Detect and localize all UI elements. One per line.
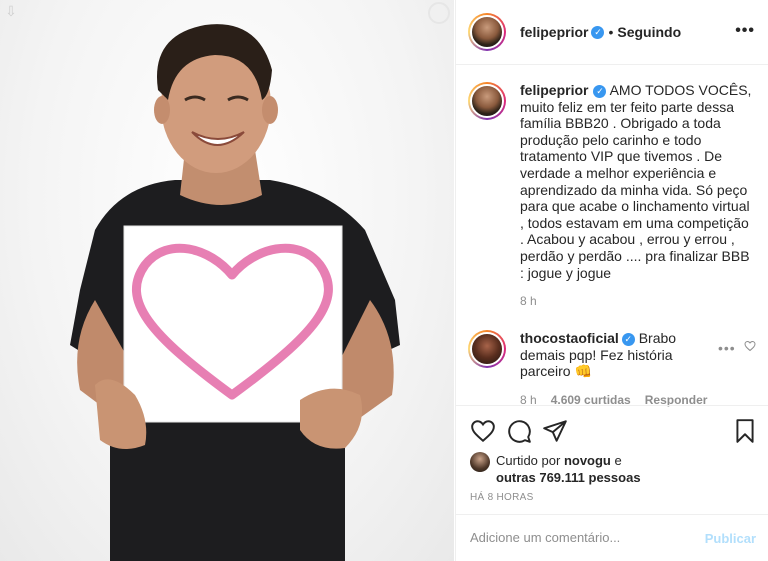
liked-by-others[interactable]: outras 769.111 pessoas [496,470,641,485]
publish-button[interactable]: Publicar [705,531,756,546]
commenter-username[interactable]: thocostaoficial [520,330,619,346]
liked-by-prefix: Curtido por [496,453,561,468]
comment-more-icon[interactable]: ••• [718,340,736,356]
verified-icon: ✓ [593,85,607,98]
comment-icon[interactable] [506,418,532,444]
liked-by-user[interactable]: novogu [564,453,611,468]
author-username[interactable]: felipeprior [520,24,588,40]
divider [456,405,768,406]
caption-body: felipeprior ✓ AMO TODOS VOCÊS, muito feli… [520,82,756,310]
download-arrow-icon: ⇩ [5,3,17,19]
liked-by-connector: e [614,453,622,468]
commenter-avatar[interactable] [468,330,506,368]
user-tag-icon[interactable] [428,2,450,24]
caption-username[interactable]: felipeprior [520,82,588,98]
photo-illustration [70,24,400,561]
comment-input[interactable] [470,530,670,545]
separator-dot: • [608,24,614,40]
post-caption: felipeprior ✓ AMO TODOS VOCÊS, muito feli… [468,82,758,310]
verified-icon: ✓ [591,25,605,39]
post-time-ago[interactable]: HÁ 8 HORAS [470,492,534,503]
more-icon[interactable]: ••• [735,22,755,40]
author-info: felipeprior ✓ • Seguindo [520,24,681,40]
share-icon[interactable] [542,418,568,444]
post-photo[interactable]: ⇩ [0,0,454,561]
author-avatar[interactable] [468,13,506,51]
caption-text: AMO TODOS VOCÊS, muito feliz em ter feit… [520,82,752,281]
divider [456,514,768,515]
follow-status-button[interactable]: Seguindo [617,24,681,40]
comment-like-heart-icon[interactable] [744,340,756,352]
likes-text: Curtido por novogu e outras 769.111 pess… [496,452,641,486]
heart-icon[interactable] [470,418,496,444]
post-sidebar: felipeprior ✓ • Seguindo ••• felipeprior… [455,0,768,561]
comment-body: thocostaoficial ✓ Brabo demais pqp! Fez h… [520,330,720,408]
comment-item: thocostaoficial ✓ Brabo demais pqp! Fez h… [468,330,763,408]
post-actions [470,418,760,446]
post-header: felipeprior ✓ • Seguindo ••• [456,0,768,65]
likes-summary: Curtido por novogu e outras 769.111 pess… [470,452,641,486]
liker-avatar[interactable] [470,452,490,472]
bookmark-icon[interactable] [732,418,758,444]
verified-icon: ✓ [621,333,635,346]
caption-time[interactable]: 8 h [520,293,756,310]
caption-avatar[interactable] [468,82,506,120]
